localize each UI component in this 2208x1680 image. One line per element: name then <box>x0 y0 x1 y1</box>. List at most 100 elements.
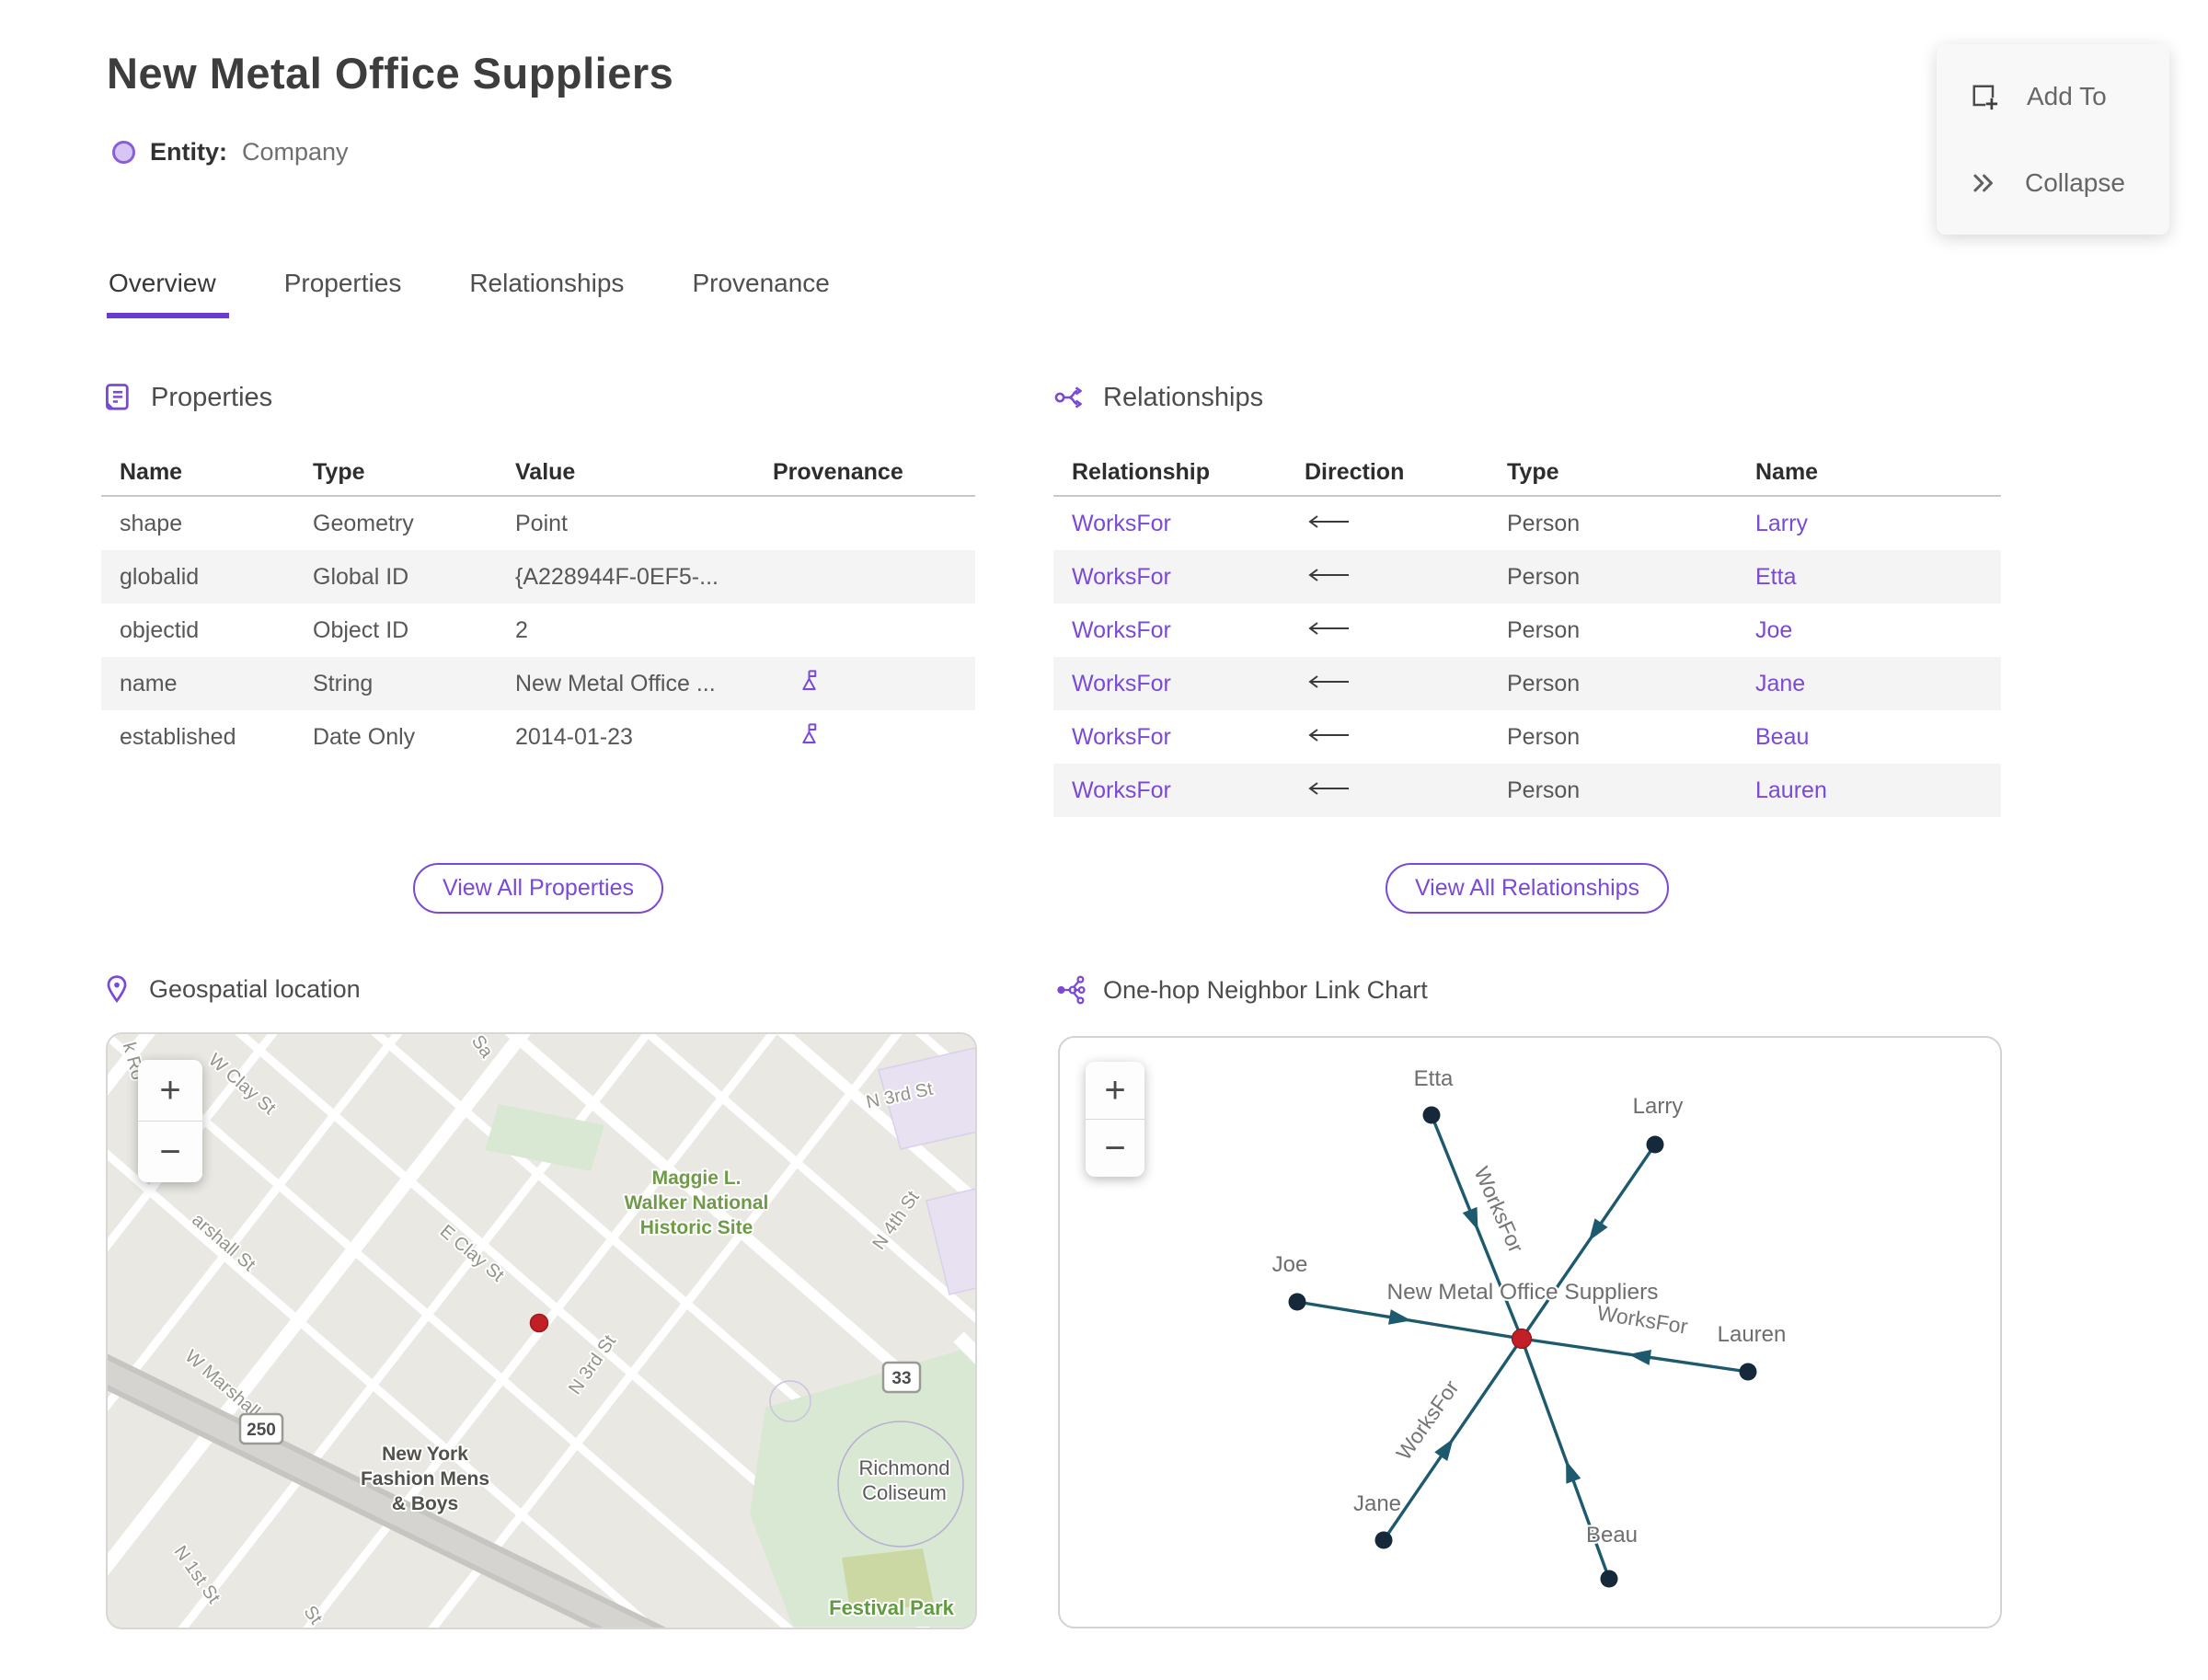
chart-edge-label: WorksFor <box>1595 1300 1689 1338</box>
col-header: Value <box>515 458 576 485</box>
relationship-type-link[interactable]: WorksFor <box>1072 511 1171 536</box>
properties-section-header: Properties <box>101 381 272 414</box>
relationships-table: Relationship Direction Type Name WorksFor Pe… <box>1053 449 2001 817</box>
property-type: Object ID <box>313 616 409 643</box>
property-name: globalid <box>120 563 200 590</box>
chart-edge-arrowhead <box>1566 1460 1581 1484</box>
collapse-chevrons-icon <box>1973 174 1993 192</box>
property-value: 2014-01-23 <box>515 723 633 750</box>
actions-menu: Add To Collapse <box>1937 44 2169 235</box>
entity-label: Entity: <box>150 138 227 166</box>
entity-name-link[interactable]: Beau <box>1755 724 1809 750</box>
direction-arrow-icon <box>1305 564 1507 591</box>
relationship-type-link[interactable]: WorksFor <box>1072 671 1171 696</box>
chart-node-beau[interactable] <box>1600 1570 1618 1588</box>
tab-overview[interactable]: Overview <box>107 269 229 318</box>
chart-node-label: Larry <box>1633 1094 1684 1119</box>
map-zoom-out-button[interactable]: − <box>138 1121 202 1182</box>
entity-type-cell: Person <box>1507 723 1581 750</box>
relationship-row-etta: WorksFor Person Etta <box>1053 550 2001 604</box>
add-to-button[interactable]: Add To <box>1937 80 2169 113</box>
entity-name-link[interactable]: Larry <box>1755 511 1808 536</box>
chart-edge-arrowhead <box>1434 1438 1454 1461</box>
properties-icon <box>106 384 129 410</box>
link-chart-icon <box>1057 975 1086 1005</box>
chart-edge-label: WorksFor <box>1469 1163 1528 1257</box>
poi-label: Fashion Mens <box>361 1468 489 1490</box>
property-name: established <box>120 723 236 750</box>
chart-center-node-label: New Metal Office Suppliers <box>1386 1280 1658 1305</box>
poi-label: Festival Park <box>829 1596 955 1619</box>
entity-type-cell: Person <box>1507 670 1581 696</box>
property-value: {A228944F-0EF5-... <box>515 563 719 590</box>
direction-arrow-icon <box>1305 617 1507 644</box>
entity-name-link[interactable]: Etta <box>1755 564 1796 590</box>
chart-node-jane[interactable] <box>1374 1531 1393 1549</box>
chart-node-joe[interactable] <box>1288 1293 1306 1311</box>
entity-type-row: Entity: Company <box>112 138 349 167</box>
chart-node-label: Beau <box>1586 1523 1638 1548</box>
relationship-type-link[interactable]: WorksFor <box>1072 724 1171 750</box>
chart-node-larry[interactable] <box>1646 1135 1664 1154</box>
poi-label: New York <box>382 1444 468 1465</box>
relationship-row-jane: WorksFor Person Jane <box>1053 657 2001 710</box>
properties-table: Name Type Value Provenance shape Geometry Poi… <box>101 449 975 764</box>
chart-node-label: Etta <box>1414 1066 1454 1091</box>
property-row-shape: shape Geometry Point <box>101 497 975 550</box>
entity-name-link[interactable]: Joe <box>1755 617 1792 643</box>
chart-node-label: Jane <box>1353 1491 1401 1516</box>
property-type: Geometry <box>313 510 414 536</box>
properties-section-title: Properties <box>151 382 273 412</box>
direction-arrow-icon <box>1305 777 1507 804</box>
relationships-section-title: Relationships <box>1103 382 1264 412</box>
chart-zoom-in-button[interactable]: + <box>1086 1062 1144 1119</box>
entity-type-cell: Person <box>1507 563 1581 590</box>
entity-color-dot-icon <box>112 141 135 164</box>
chart-edge-arrowhead <box>1628 1350 1651 1365</box>
relationship-row-joe: WorksFor Person Joe <box>1053 604 2001 657</box>
relationship-type-link[interactable]: WorksFor <box>1072 617 1171 643</box>
collapse-button[interactable]: Collapse <box>1937 167 2169 199</box>
chart-node-label: Lauren <box>1718 1322 1787 1347</box>
entity-name-link[interactable]: Lauren <box>1755 777 1827 803</box>
provenance-flag-icon[interactable] <box>773 668 975 699</box>
poi-label: Coliseum <box>862 1481 947 1504</box>
property-name: name <box>120 670 178 696</box>
property-row-established: established Date Only 2014-01-23 <box>101 710 975 764</box>
tab-properties[interactable]: Properties <box>282 269 415 318</box>
relationship-row-larry: WorksFor Person Larry <box>1053 497 2001 550</box>
provenance-flag-icon[interactable] <box>773 721 975 753</box>
relationship-type-link[interactable]: WorksFor <box>1072 564 1171 590</box>
col-header: Name <box>120 458 183 485</box>
tab-relationships[interactable]: Relationships <box>467 269 637 318</box>
map-marker[interactable] <box>529 1313 549 1333</box>
map-canvas: k Ro W Clay StSaN 3rd StN 4th Starshall S… <box>108 1034 975 1628</box>
chart-edge-arrowhead <box>1388 1309 1412 1325</box>
relationship-row-lauren: WorksFor Person Lauren <box>1053 764 2001 817</box>
chart-zoom-out-button[interactable]: − <box>1086 1119 1144 1177</box>
map-zoom-in-button[interactable]: + <box>138 1060 202 1121</box>
map[interactable]: k Ro W Clay St Sa N 3rd St N 4th St arshall S… <box>106 1032 977 1629</box>
chart-zoom-control: + − <box>1086 1062 1144 1177</box>
chart-node-etta[interactable] <box>1422 1106 1441 1124</box>
direction-arrow-icon <box>1305 511 1507 537</box>
link-chart[interactable]: WorksFor WorksFor WorksFor Etta Larry Joe Laur… <box>1058 1036 2002 1628</box>
link-chart-section-title: One-hop Neighbor Link Chart <box>1103 975 1428 1004</box>
poi-label: Richmond <box>858 1456 949 1479</box>
chart-center-node[interactable] <box>1511 1328 1533 1350</box>
property-type: Global ID <box>313 563 409 590</box>
map-zoom-control: + − <box>138 1060 202 1182</box>
view-all-properties-button[interactable]: View All Properties <box>413 863 663 914</box>
relationship-type-link[interactable]: WorksFor <box>1072 777 1171 803</box>
tab-provenance[interactable]: Provenance <box>690 269 842 318</box>
geospatial-section-header: Geospatial location <box>101 973 361 1005</box>
property-value: 2 <box>515 616 528 643</box>
col-header: Relationship <box>1072 458 1211 485</box>
entity-name-link[interactable]: Jane <box>1755 671 1805 696</box>
page-title: New Metal Office Suppliers <box>107 49 674 98</box>
relationships-section-header: Relationships <box>1053 381 1263 414</box>
property-name: objectid <box>120 616 200 643</box>
chart-node-lauren[interactable] <box>1739 1363 1757 1381</box>
view-all-relationships-button[interactable]: View All Relationships <box>1385 863 1670 914</box>
property-row-objectid: objectid Object ID 2 <box>101 604 975 657</box>
